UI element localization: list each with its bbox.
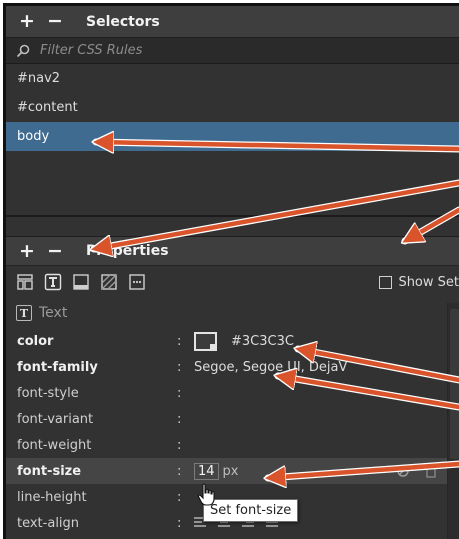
property-row-font-weight[interactable]: font-weight : [6, 432, 459, 458]
properties-scrollbar[interactable] [447, 303, 459, 539]
layout-icon[interactable] [16, 273, 34, 291]
property-name: font-size [17, 463, 82, 479]
property-name: font-family [17, 359, 98, 375]
font-size-unit[interactable]: px [223, 464, 239, 479]
property-colon: : [177, 437, 182, 453]
property-name: color [17, 333, 54, 349]
property-value[interactable]: #3C3C3C [194, 331, 294, 351]
delete-icon[interactable] [424, 464, 438, 478]
background-icon[interactable] [100, 273, 118, 291]
remove-property-button[interactable]: − [44, 241, 66, 261]
property-name: line-height [17, 489, 87, 505]
hand-cursor-icon [197, 483, 215, 506]
property-row-font-style[interactable]: font-style : [6, 380, 459, 406]
text-section-header: T Text [6, 298, 459, 328]
properties-header: + − Properties [6, 236, 459, 266]
checkbox-box[interactable] [379, 275, 393, 289]
color-value[interactable]: #3C3C3C [231, 334, 294, 349]
property-colon: : [177, 463, 182, 479]
property-value[interactable]: 14 px [194, 462, 239, 480]
font-family-value[interactable]: Segoe, Segoe UI, DejaV [194, 360, 347, 375]
selector-label: #content [17, 100, 78, 115]
text-section-icon: T [16, 305, 32, 321]
property-colon: : [177, 333, 182, 349]
property-row-color[interactable]: color : #3C3C3C [6, 328, 459, 354]
property-row-font-size[interactable]: font-size : 14 px [6, 458, 459, 484]
selector-item-body[interactable]: body [6, 122, 459, 151]
font-size-number[interactable]: 14 [194, 462, 219, 480]
selectors-header: + − Selectors [6, 6, 459, 38]
selector-item-nav2[interactable]: #nav2 [6, 64, 459, 93]
properties-title: Properties [86, 243, 169, 259]
property-row-font-variant[interactable]: font-variant : [6, 406, 459, 432]
border-icon[interactable] [72, 273, 90, 291]
tooltip: Set font-size [203, 499, 299, 522]
property-colon: : [177, 489, 182, 505]
css-designer-panel: + − Selectors #nav2 #content body + − Pr… [3, 3, 459, 539]
show-set-label: Show Set [398, 274, 459, 290]
filter-bar [6, 38, 459, 64]
color-swatch[interactable] [194, 331, 217, 351]
selectors-title: Selectors [86, 13, 160, 30]
add-selector-button[interactable]: + [16, 12, 38, 31]
scrollbar-thumb[interactable] [450, 309, 459, 459]
filter-css-rules-input[interactable] [40, 43, 420, 58]
add-property-button[interactable]: + [16, 241, 38, 261]
selector-item-content[interactable]: #content [6, 93, 459, 122]
show-set-checkbox[interactable]: Show Set [379, 275, 459, 290]
property-row-font-family[interactable]: font-family : Segoe, Segoe UI, DejaV [6, 354, 459, 380]
selector-list: #nav2 #content body [6, 64, 459, 217]
property-name: font-style [17, 385, 79, 401]
text-section-label: Text [39, 305, 68, 321]
selector-label: #nav2 [17, 71, 61, 86]
property-colon: : [177, 359, 182, 375]
property-category-toolbar: Show Set [6, 266, 459, 298]
property-colon: : [177, 385, 182, 401]
disable-icon[interactable] [396, 464, 410, 478]
more-icon[interactable] [128, 273, 146, 291]
selector-label: body [17, 129, 50, 144]
property-name: font-variant [17, 411, 94, 427]
property-name: text-align [17, 515, 80, 531]
text-icon[interactable] [44, 273, 62, 291]
row-actions [396, 464, 438, 478]
property-colon: : [177, 515, 182, 531]
property-colon: : [177, 411, 182, 427]
property-name: font-weight [17, 437, 92, 453]
remove-selector-button[interactable]: − [44, 12, 66, 31]
search-icon [16, 44, 30, 57]
